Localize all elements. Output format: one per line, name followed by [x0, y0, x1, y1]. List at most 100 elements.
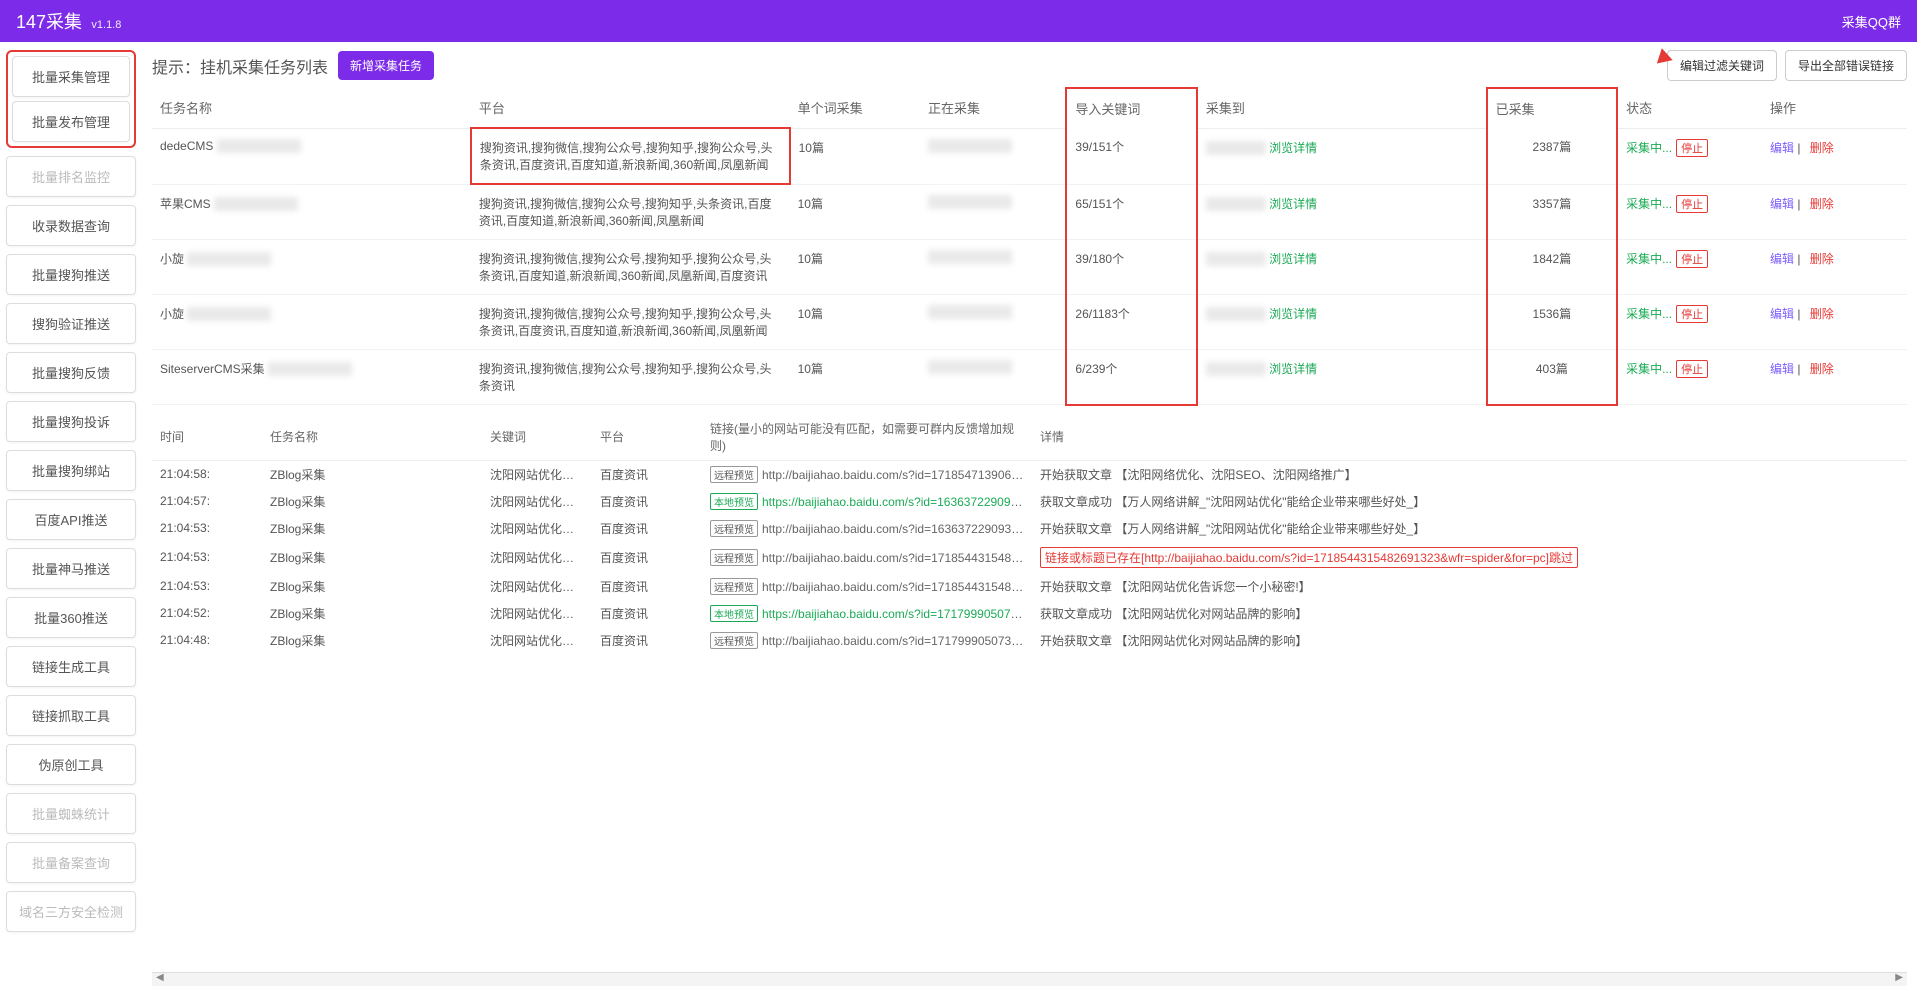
edit-button[interactable]: 编辑 — [1770, 307, 1794, 321]
sidebar-item-9[interactable]: 批量360推送 — [6, 597, 136, 638]
log-row: 21:04:52:ZBlog采集沈阳网站优化价格百度资讯本地预览https://… — [152, 600, 1907, 627]
log-detail: 开始获取文章 【沈阳网站优化对网站品牌的影响】 — [1032, 627, 1907, 654]
preview-tag[interactable]: 本地预览 — [710, 493, 758, 510]
log-row: 21:04:58:ZBlog采集沈阳网站优化价格百度资讯远程预览http://b… — [152, 461, 1907, 488]
log-platform: 百度资讯 — [592, 488, 702, 515]
export-errors-button[interactable]: 导出全部错误链接 — [1785, 50, 1907, 81]
sidebar-item-1[interactable]: 收录数据查询 — [6, 205, 136, 246]
task-col-1: 平台 — [471, 88, 790, 128]
preview-tag[interactable]: 远程预览 — [710, 520, 758, 537]
delete-button[interactable]: 删除 — [1810, 197, 1834, 211]
task-col-4: 导入关键词 — [1066, 88, 1196, 128]
sidebar-item-3[interactable]: 搜狗验证推送 — [6, 303, 136, 344]
task-ops: 编辑 | 删除 — [1762, 184, 1907, 240]
tasks-table: 任务名称平台单个词采集正在采集导入关键词采集到已采集状态操作 dedeCMS x… — [152, 87, 1907, 406]
preview-tag[interactable]: 远程预览 — [710, 578, 758, 595]
log-col-1: 任务名称 — [262, 414, 482, 461]
edit-button[interactable]: 编辑 — [1770, 252, 1794, 266]
sidebar-item-13: 批量蜘蛛统计 — [6, 793, 136, 834]
view-detail-link[interactable]: 浏览详情 — [1269, 197, 1317, 211]
log-row: 21:04:53:ZBlog采集沈阳网站优化价格百度资讯远程预览http://b… — [152, 542, 1907, 573]
task-count: 3357篇 — [1487, 184, 1617, 240]
filter-keywords-button[interactable]: 编辑过滤关键词 — [1667, 50, 1777, 81]
stop-button[interactable]: 停止 — [1676, 250, 1708, 268]
sidebar-item-11[interactable]: 链接抓取工具 — [6, 695, 136, 736]
log-col-5: 详情 — [1032, 414, 1907, 461]
task-count: 2387篇 — [1487, 128, 1617, 184]
sidebar: 批量采集管理 批量发布管理 批量排名监控收录数据查询批量搜狗推送搜狗验证推送批量… — [0, 42, 142, 994]
sidebar-item-7[interactable]: 百度API推送 — [6, 499, 136, 540]
task-collected-to: xxxxxxxxxx 浏览详情 — [1197, 350, 1487, 405]
sidebar-item-2[interactable]: 批量搜狗推送 — [6, 254, 136, 295]
edit-button[interactable]: 编辑 — [1770, 197, 1794, 211]
sidebar-item-collect-manage[interactable]: 批量采集管理 — [12, 56, 130, 97]
log-task: ZBlog采集 — [262, 573, 482, 600]
top-right-link[interactable]: 采集QQ群 — [1842, 12, 1901, 31]
sidebar-item-8[interactable]: 批量神马推送 — [6, 548, 136, 589]
task-keywords: 65/151个 — [1066, 184, 1196, 240]
log-detail: 开始获取文章 【沈阳网站优化告诉您一个小秘密!】 — [1032, 573, 1907, 600]
task-name: SiteserverCMS采集 xxxxxxxxxxxxxx — [152, 350, 471, 405]
log-row: 21:04:53:ZBlog采集沈阳网站优化价格百度资讯远程预览http://b… — [152, 573, 1907, 600]
log-detail: 获取文章成功 【万人网络讲解_"沈阳网站优化"能给企业带来哪些好处_】 — [1032, 488, 1907, 515]
log-time: 21:04:58: — [152, 461, 262, 488]
log-row: 21:04:57:ZBlog采集沈阳网站优化价格百度资讯本地预览https://… — [152, 488, 1907, 515]
stop-button[interactable]: 停止 — [1676, 139, 1708, 157]
table-row: 小旋 xxxxxxxxxxxxxx搜狗资讯,搜狗微信,搜狗公众号,搜狗知乎,搜狗… — [152, 295, 1907, 350]
preview-tag[interactable]: 远程预览 — [710, 466, 758, 483]
task-name: 苹果CMS xxxxxxxxxxxxxx — [152, 184, 471, 240]
view-detail-link[interactable]: 浏览详情 — [1269, 141, 1317, 155]
log-col-3: 平台 — [592, 414, 702, 461]
edit-button[interactable]: 编辑 — [1770, 141, 1794, 155]
task-platforms: 搜狗资讯,搜狗微信,搜狗公众号,搜狗知乎,搜狗公众号,头条资讯 — [471, 350, 790, 405]
task-status: 采集中...停止 — [1617, 128, 1762, 184]
view-detail-link[interactable]: 浏览详情 — [1269, 362, 1317, 376]
task-col-7: 状态 — [1617, 88, 1762, 128]
task-running: xxxxxxxxxxxxxx — [920, 128, 1066, 184]
log-keyword: 沈阳网站优化价格 — [482, 542, 592, 573]
sidebar-item-5[interactable]: 批量搜狗投诉 — [6, 401, 136, 442]
log-time: 21:04:53: — [152, 573, 262, 600]
edit-button[interactable]: 编辑 — [1770, 362, 1794, 376]
log-keyword: 沈阳网站优化价格 — [482, 573, 592, 600]
preview-tag[interactable]: 远程预览 — [710, 632, 758, 649]
log-time: 21:04:48: — [152, 627, 262, 654]
stop-button[interactable]: 停止 — [1676, 360, 1708, 378]
delete-button[interactable]: 删除 — [1810, 141, 1834, 155]
logs-scroll-area[interactable]: 21:04:58:ZBlog采集沈阳网站优化价格百度资讯远程预览http://b… — [152, 461, 1907, 987]
log-platform: 百度资讯 — [592, 627, 702, 654]
delete-button[interactable]: 删除 — [1810, 307, 1834, 321]
sidebar-item-4[interactable]: 批量搜狗反馈 — [6, 352, 136, 393]
log-task: ZBlog采集 — [262, 515, 482, 542]
delete-button[interactable]: 删除 — [1810, 252, 1834, 266]
sidebar-item-10[interactable]: 链接生成工具 — [6, 646, 136, 687]
add-task-button[interactable]: 新增采集任务 — [338, 51, 434, 80]
task-single: 10篇 — [790, 128, 920, 184]
task-collected-to: xxxxxxxxxx 浏览详情 — [1197, 240, 1487, 295]
log-platform: 百度资讯 — [592, 515, 702, 542]
page-title: 提示：挂机采集任务列表 — [152, 54, 328, 78]
log-time: 21:04:53: — [152, 515, 262, 542]
sidebar-item-12[interactable]: 伪原创工具 — [6, 744, 136, 785]
sidebar-item-publish-manage[interactable]: 批量发布管理 — [12, 101, 130, 142]
log-link: 远程预览http://baijiahao.baidu.com/s?id=1717… — [702, 627, 1032, 654]
task-running: xxxxxxxxxxxxxx — [920, 184, 1066, 240]
log-link: 远程预览http://baijiahao.baidu.com/s?id=1718… — [702, 542, 1032, 573]
preview-tag[interactable]: 远程预览 — [710, 549, 758, 566]
task-single: 10篇 — [790, 184, 920, 240]
log-keyword: 沈阳网站优化价格 — [482, 600, 592, 627]
view-detail-link[interactable]: 浏览详情 — [1269, 252, 1317, 266]
preview-tag[interactable]: 本地预览 — [710, 605, 758, 622]
horizontal-scrollbar[interactable] — [152, 972, 1907, 986]
log-detail: 链接或标题已存在[http://baijiahao.baidu.com/s?id… — [1032, 542, 1907, 573]
sidebar-item-6[interactable]: 批量搜狗绑站 — [6, 450, 136, 491]
log-row: 21:04:48:ZBlog采集沈阳网站优化价格百度资讯远程预览http://b… — [152, 627, 1907, 654]
delete-button[interactable]: 删除 — [1810, 362, 1834, 376]
stop-button[interactable]: 停止 — [1676, 305, 1708, 323]
task-ops: 编辑 | 删除 — [1762, 350, 1907, 405]
log-time: 21:04:57: — [152, 488, 262, 515]
log-row: 21:04:53:ZBlog采集沈阳网站优化价格百度资讯远程预览http://b… — [152, 515, 1907, 542]
view-detail-link[interactable]: 浏览详情 — [1269, 307, 1317, 321]
stop-button[interactable]: 停止 — [1676, 195, 1708, 213]
task-count: 1536篇 — [1487, 295, 1617, 350]
